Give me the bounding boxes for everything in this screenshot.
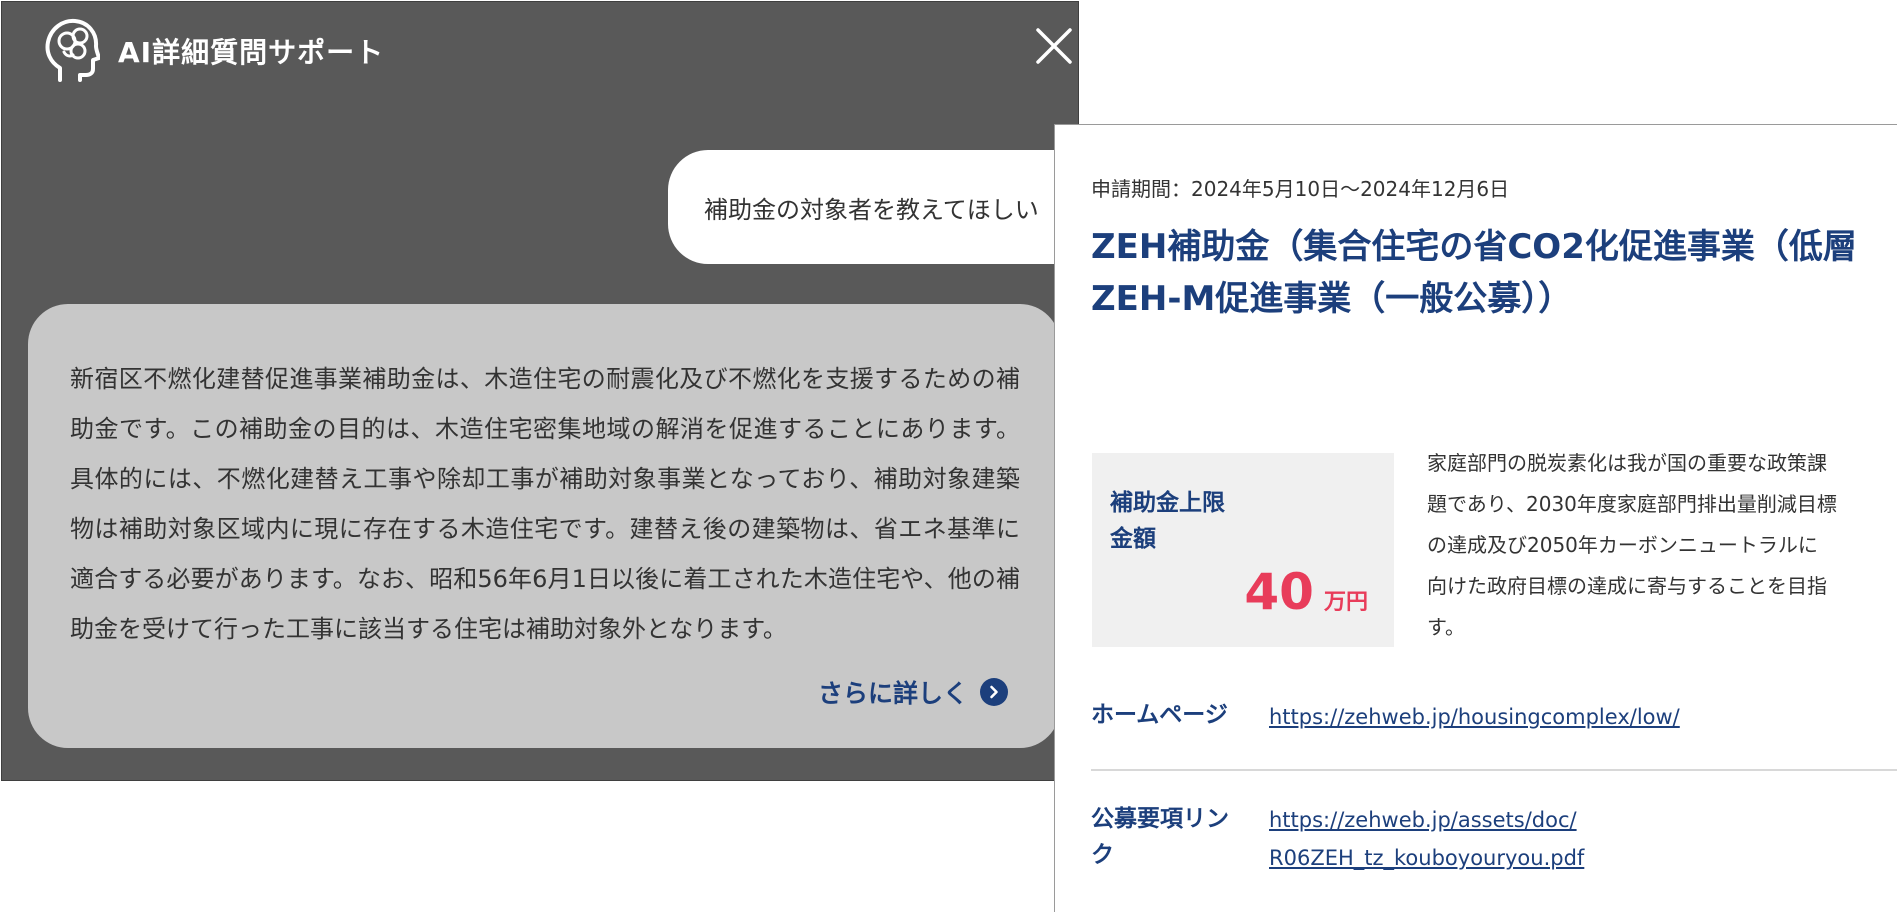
subsidy-detail-card: 申請期間：2024年5月10日〜2024年12月6日 ZEH補助金（集合住宅の省…: [1054, 124, 1897, 912]
guideline-url-line: https://zehweb.jp/assets/doc/: [1269, 808, 1577, 832]
limit-unit: 万円: [1323, 590, 1368, 615]
limit-label-line: 補助金上限: [1110, 490, 1225, 516]
guideline-url-line: R06ZEH_tz_kouboyouryou.pdf: [1269, 846, 1585, 870]
brain-head-icon: [45, 18, 100, 82]
homepage-label: ホームページ: [1091, 702, 1228, 728]
ai-chat-panel: AI詳細質問サポート 補助金の対象者を教えてほしい 新宿区不燃化建替促進事業補助…: [1, 1, 1079, 781]
subsidy-title-line: ZEH補助金（集合住宅の省CO2化促進事業（低層: [1091, 227, 1857, 267]
limit-label-line: 金額: [1110, 526, 1156, 552]
guideline-label-line: ク: [1091, 842, 1114, 868]
subsidy-limit-box: 補助金上限 金額 40 万円: [1092, 453, 1394, 647]
chat-title: AI詳細質問サポート: [118, 36, 385, 69]
more-details-label: さらに詳しく: [817, 679, 968, 708]
guideline-link[interactable]: https://zehweb.jp/assets/doc/ R06ZEH_tz_…: [1269, 801, 1584, 877]
user-message-text: 補助金の対象者を教えてほしい: [704, 195, 1039, 224]
ai-response-bubble: 新宿区不燃化建替促進事業補助金は、木造住宅の耐震化及び不燃化を支援するための補助…: [28, 304, 1060, 748]
application-period: 申請期間：2024年5月10日〜2024年12月6日: [1091, 177, 1510, 201]
close-button[interactable]: [1034, 26, 1074, 66]
guideline-label: 公募要項リン ク: [1091, 801, 1229, 873]
more-details-link[interactable]: さらに詳しく: [818, 674, 1008, 710]
subsidy-title-line: ZEH-M促進事業（一般公募））: [1091, 279, 1573, 319]
limit-amount: 40 万円: [1244, 563, 1368, 621]
ai-response-text: 新宿区不燃化建替促進事業補助金は、木造住宅の耐震化及び不燃化を支援するための補助…: [70, 365, 1020, 643]
chevron-right-circle-icon: [980, 678, 1008, 706]
chat-header: AI詳細質問サポート: [42, 16, 384, 86]
homepage-link[interactable]: https://zehweb.jp/housingcomplex/low/: [1269, 698, 1680, 736]
limit-label: 補助金上限 金額: [1110, 485, 1225, 557]
limit-value: 40: [1244, 563, 1314, 621]
subsidy-description: 家庭部門の脱炭素化は我が国の重要な政策課題であり、2030年度家庭部門排出量削減…: [1427, 451, 1837, 639]
user-message-bubble: 補助金の対象者を教えてほしい: [668, 150, 1078, 264]
close-icon: [1036, 28, 1072, 64]
guideline-label-line: 公募要項リン: [1091, 806, 1229, 832]
row-divider: [1091, 769, 1897, 771]
subsidy-title: ZEH補助金（集合住宅の省CO2化促進事業（低層 ZEH-M促進事業（一般公募）…: [1091, 221, 1891, 325]
